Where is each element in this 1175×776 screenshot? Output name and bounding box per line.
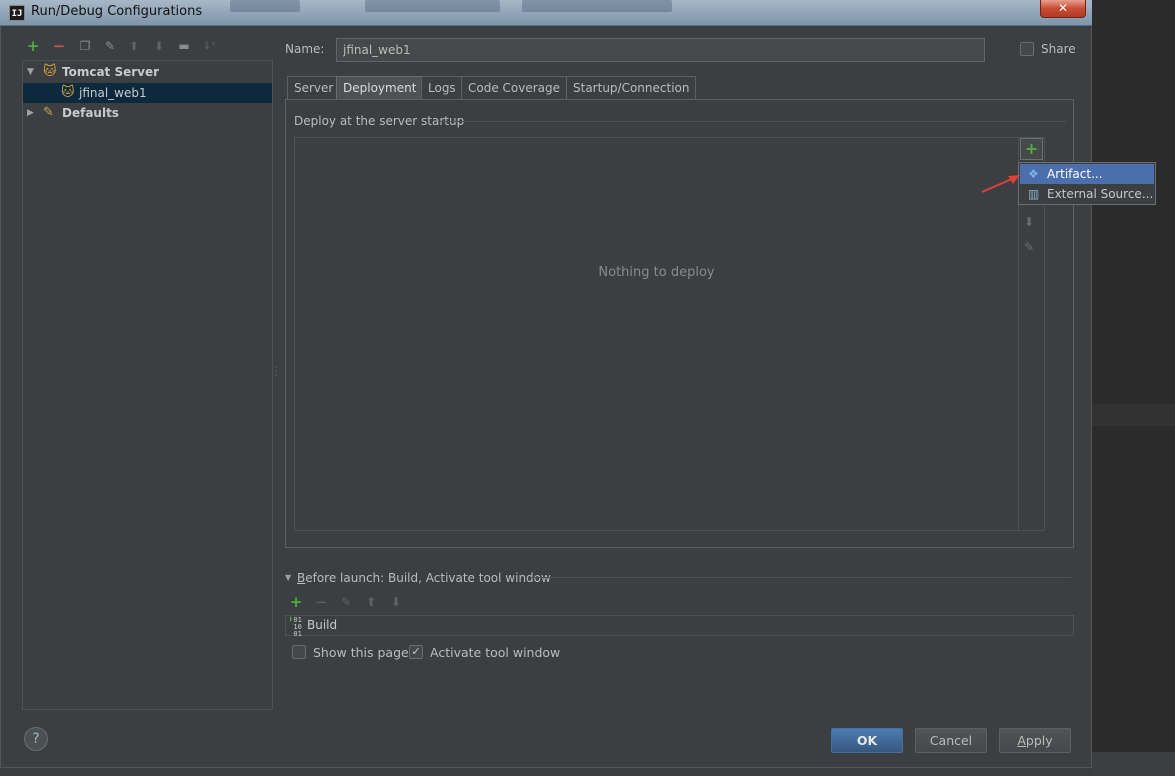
window-title: Run/Debug Configurations [31, 4, 203, 19]
deploy-list[interactable] [294, 137, 1045, 531]
splitter-handle[interactable]: · · · [275, 364, 279, 380]
background-bottom-bar [0, 768, 1092, 776]
background-tab [522, 0, 672, 12]
background-tab [365, 0, 500, 12]
menu-item-label: Artifact... [1047, 167, 1103, 181]
tab-deployment[interactable]: Deployment [336, 76, 424, 100]
add-deployment-button[interactable]: + [1020, 138, 1043, 160]
build-icon: ⬇01 10 01 [288, 615, 302, 638]
remove-icon[interactable]: − [312, 592, 330, 612]
sort-icon[interactable]: ↓ᶻ [200, 36, 218, 56]
edit-icon[interactable]: ✎ [337, 592, 355, 612]
folder-icon[interactable]: ▬ [175, 36, 193, 56]
divider [528, 577, 1071, 578]
activate-tool-window-checkbox[interactable]: ✓ [409, 645, 423, 659]
deploy-section-header: Deploy at the server startup [294, 114, 465, 128]
show-page-label: Show this page [313, 645, 409, 660]
intellij-app-icon: IJ [9, 5, 25, 21]
close-button[interactable]: ✕ [1040, 0, 1086, 18]
tree-item-tomcat-server[interactable]: ▼ 🐱 Tomcat Server [23, 62, 272, 82]
background-editor-strip [1092, 404, 1175, 426]
red-arrow-annotation [981, 175, 1020, 193]
artifact-icon: ❖ [1028, 167, 1039, 181]
share-label: Share [1041, 42, 1076, 56]
chevron-down-icon[interactable]: ▼ [27, 62, 34, 82]
move-up-icon[interactable]: ⬆ [125, 36, 143, 56]
menu-item-artifact[interactable]: ❖ Artifact... [1020, 164, 1154, 184]
remove-icon[interactable]: − [50, 36, 68, 56]
before-launch-list[interactable] [285, 615, 1074, 636]
background-editor [1092, 0, 1175, 776]
help-button[interactable]: ? [24, 727, 48, 751]
background-status-strip [1092, 752, 1175, 776]
before-launch-label[interactable]: Before launch: Build, Activate tool wind… [297, 571, 551, 585]
tab-code-coverage[interactable]: Code Coverage [461, 76, 568, 100]
move-up-icon[interactable]: ⬆ [362, 592, 380, 612]
configurations-tree: ▼ 🐱 Tomcat Server 🐱 jfinal_web1 ▶ ✎ Defa… [22, 60, 273, 710]
menu-item-external-source[interactable]: ▥ External Source... [1020, 184, 1154, 204]
share-checkbox[interactable] [1020, 42, 1034, 56]
move-down-icon[interactable]: ⬇ [1024, 215, 1034, 229]
apply-button[interactable]: Apply [999, 728, 1071, 753]
empty-list-text: Nothing to deploy [598, 265, 715, 280]
add-icon[interactable]: + [24, 36, 42, 56]
menu-item-label: External Source... [1047, 187, 1154, 201]
background-tab [230, 0, 300, 12]
external-source-icon: ▥ [1028, 187, 1040, 201]
tab-server[interactable]: Server [287, 76, 341, 100]
name-label: Name: [285, 42, 325, 56]
defaults-icon: ✎ [43, 105, 54, 120]
move-down-icon[interactable]: ⬇ [150, 36, 168, 56]
tree-item-label: Defaults [62, 106, 119, 120]
add-icon[interactable]: + [287, 592, 305, 612]
tab-startup-connection[interactable]: Startup/Connection [566, 76, 697, 100]
ok-button[interactable]: OK [831, 728, 903, 753]
edit-defaults-icon[interactable]: ✎ [101, 36, 119, 56]
copy-icon[interactable]: ❐ [76, 36, 94, 56]
tree-item-jfinal-web1[interactable]: 🐱 jfinal_web1 [23, 83, 272, 103]
tree-item-label: jfinal_web1 [79, 86, 147, 100]
chevron-down-icon[interactable]: ▼ [285, 573, 291, 582]
tab-logs[interactable]: Logs [421, 76, 463, 100]
edit-icon[interactable]: ✎ [1024, 240, 1034, 254]
show-page-checkbox[interactable] [292, 645, 306, 659]
activate-tool-window-label: Activate tool window [430, 645, 561, 660]
tomcat-config-icon: 🐱 [61, 85, 75, 100]
add-deployment-popup: ❖ Artifact... ▥ External Source... [1018, 162, 1156, 205]
chevron-right-icon[interactable]: ▶ [27, 103, 34, 123]
divider [440, 121, 1066, 122]
cancel-button[interactable]: Cancel [915, 728, 987, 753]
move-down-icon[interactable]: ⬇ [387, 592, 405, 612]
tree-item-defaults[interactable]: ▶ ✎ Defaults [23, 103, 272, 123]
before-launch-item-build[interactable]: Build [307, 618, 337, 632]
tomcat-icon: 🐱 [43, 64, 57, 79]
name-field[interactable] [336, 38, 985, 62]
tree-item-label: Tomcat Server [62, 65, 160, 79]
